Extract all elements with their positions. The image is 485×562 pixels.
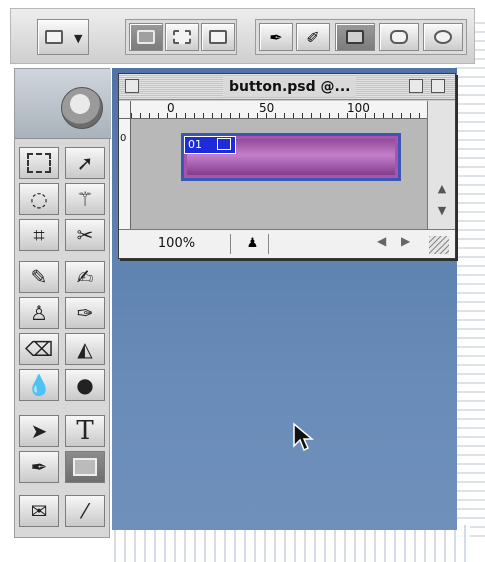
window-title: button.psd @... <box>223 77 357 97</box>
path-selection-icon: ➤ <box>30 419 48 443</box>
paths-icon <box>173 30 191 44</box>
layer-thumbnail-icon <box>217 138 231 150</box>
magic-wand-icon: ⚚ <box>76 187 94 211</box>
fill-pixels-button[interactable] <box>201 23 235 51</box>
crop-tool[interactable]: ⌗ <box>19 219 59 251</box>
notes-tool[interactable]: ✉ <box>19 495 59 527</box>
lasso-tool[interactable]: ◌ <box>19 183 59 215</box>
eyedropper-tool[interactable]: ⁄ <box>65 495 105 527</box>
rectangle-shape-icon <box>73 458 97 476</box>
rounded-rectangle-icon <box>390 30 408 44</box>
type-icon: T <box>76 416 94 446</box>
scroll-left-icon[interactable]: ◀ <box>377 234 386 248</box>
ruler-label-50: 50 <box>259 101 275 115</box>
freeform-pen-button[interactable]: ✐ <box>296 23 330 51</box>
slice-tool[interactable]: ✂ <box>65 219 105 251</box>
zoom-level[interactable]: 100% <box>123 234 231 254</box>
adobe-eye-icon[interactable] <box>61 87 103 129</box>
marquee-tool[interactable] <box>19 147 59 179</box>
ellipse-tool-button[interactable] <box>423 23 463 51</box>
notes-icon: ✉ <box>30 499 48 523</box>
title-bar[interactable]: button.psd @... <box>119 74 455 100</box>
close-box-icon[interactable] <box>125 79 139 93</box>
ellipse-icon <box>434 30 452 44</box>
pen-icon: ✒ <box>269 28 283 47</box>
pen-tool[interactable]: ✒ <box>19 451 59 483</box>
tool-preset-picker[interactable]: ▼ <box>37 19 89 55</box>
lasso-icon: ◌ <box>30 187 48 211</box>
mode-buttons <box>125 19 237 55</box>
status-bar: 100% ♟ ◀ ▶ <box>119 229 455 258</box>
vertical-scrollbar[interactable]: ▲ ▼ <box>427 101 455 229</box>
type-tool[interactable]: T <box>65 415 105 447</box>
fill-pixels-icon <box>209 30 227 44</box>
scroll-right-icon[interactable]: ▶ <box>401 234 410 248</box>
eraser-tool[interactable]: ⌫ <box>19 333 59 365</box>
scroll-up-icon[interactable]: ▲ <box>431 179 453 197</box>
healing-brush-icon: ✎ <box>30 265 48 289</box>
shape-layers-icon <box>137 30 155 44</box>
magic-wand-tool[interactable]: ⚚ <box>65 183 105 215</box>
marquee-icon <box>27 153 51 173</box>
slice-icon: ✂ <box>76 223 94 247</box>
scroll-down-icon[interactable]: ▼ <box>431 201 453 219</box>
rectangle-icon <box>346 30 364 44</box>
torn-edge-bottom <box>110 525 470 562</box>
ruler-label-0: 0 <box>167 101 175 115</box>
paint-bucket-icon: ◭ <box>77 337 93 361</box>
history-brush-icon: ✑ <box>76 301 94 325</box>
options-bar: ▼ ✒ ✐ <box>10 8 475 64</box>
horizontal-ruler[interactable]: 0 50 100 <box>131 101 427 119</box>
pen-icon: ✒ <box>30 455 48 479</box>
brush-icon: ✍ <box>76 265 94 289</box>
vertical-ruler[interactable]: 0 <box>119 119 131 229</box>
document-info-icon[interactable]: ♟ <box>237 234 269 254</box>
eyedropper-icon: ⁄ <box>83 499 87 523</box>
clone-stamp-icon: ♙ <box>30 301 48 325</box>
chevron-down-icon: ▼ <box>74 32 83 45</box>
resize-grip-icon[interactable] <box>429 236 449 254</box>
rectangle-shape-tool[interactable] <box>65 451 105 483</box>
blur-icon: 💧 <box>26 373 52 397</box>
rounded-rectangle-tool-button[interactable] <box>379 23 419 51</box>
freeform-pen-icon: ✐ <box>306 28 320 47</box>
shape-tools: ✒ ✐ <box>255 19 467 55</box>
canvas[interactable]: 01 <box>131 119 427 229</box>
move-tool[interactable]: ➚ <box>65 147 105 179</box>
healing-brush-tool[interactable]: ✎ <box>19 261 59 293</box>
history-brush-tool[interactable]: ✑ <box>65 297 105 329</box>
shape-layers-button[interactable] <box>129 23 163 51</box>
layer-number: 01 <box>188 138 202 151</box>
blur-tool[interactable]: 💧 <box>19 369 59 401</box>
collapse-box-icon[interactable] <box>431 79 445 93</box>
dodge-icon: ● <box>76 373 94 397</box>
ruler-v-label-0: 0 <box>120 133 127 144</box>
crop-icon: ⌗ <box>33 223 45 247</box>
rectangle-shape-icon <box>45 30 63 44</box>
path-selection-tool[interactable]: ➤ <box>19 415 59 447</box>
eraser-icon: ⌫ <box>24 337 54 361</box>
toolbox-header <box>15 69 111 139</box>
torn-edge-right <box>455 20 485 540</box>
mouse-pointer-icon <box>292 422 315 456</box>
zoom-box-icon[interactable] <box>409 79 423 93</box>
clone-stamp-tool[interactable]: ♙ <box>19 297 59 329</box>
document-window: button.psd @... 0 50 100 0 01 ▲ ▼ 100% ♟… <box>118 73 456 259</box>
ruler-label-100: 100 <box>347 101 370 115</box>
toolbox: ➚ ◌ ⚚ ⌗ ✂ ✎ ✍ ♙ ✑ ⌫ ◭ 💧 ● ➤ T ✒ ✉ ⁄ <box>14 68 111 538</box>
dodge-tool[interactable]: ● <box>65 369 105 401</box>
rectangle-tool-button[interactable] <box>335 23 375 51</box>
brush-tool[interactable]: ✍ <box>65 261 105 293</box>
pen-tool-button[interactable]: ✒ <box>259 23 293 51</box>
paint-bucket-tool[interactable]: ◭ <box>65 333 105 365</box>
ruler-origin[interactable] <box>119 101 131 119</box>
paths-button[interactable] <box>165 23 199 51</box>
move-icon: ➚ <box>76 151 94 175</box>
